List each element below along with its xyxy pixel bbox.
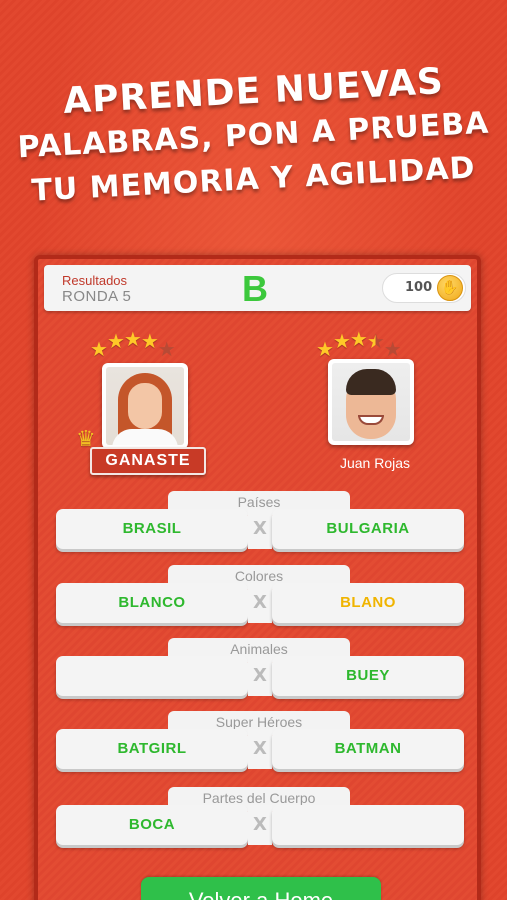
player2-stars: ★★★★★ [316, 327, 402, 361]
player1-answer: BOCA [56, 805, 248, 845]
player1-answer: BLANCO [56, 583, 248, 623]
star-icon: ★ [90, 337, 108, 361]
player2-answer [272, 805, 464, 845]
player1-answer [56, 656, 248, 696]
back-home-button[interactable]: Volver a Home [141, 877, 381, 900]
results-header: Resultados RONDA 5 B 100 ✋ [44, 265, 471, 311]
player2-answer: BULGARIA [272, 509, 464, 549]
player2-avatar [328, 359, 414, 445]
player2-answer: BUEY [272, 656, 464, 696]
opponent-name: Juan Rojas [339, 455, 411, 471]
star-icon: ★ [316, 337, 334, 361]
category-row: Países BRASIL X BULGARIA [56, 491, 464, 559]
star-icon: ★ [140, 329, 159, 353]
coins-value: 100 [405, 280, 433, 295]
player1-answer: BATGIRL [56, 729, 248, 769]
versus-mark: X [248, 583, 272, 623]
results-panel: Resultados RONDA 5 B 100 ✋ ★★★★★ ♛ GANAS… [34, 255, 481, 900]
category-row: Colores BLANCO X BLANO [56, 565, 464, 633]
results-title: Resultados [62, 273, 128, 288]
category-row: Super Héroes BATGIRL X BATMAN [56, 711, 464, 779]
promo-headline: APRENDE NUEVAS PALABRAS, PON A PRUEBA TU… [0, 61, 507, 209]
star-half-icon: ★ [366, 329, 385, 353]
star-empty-icon: ★ [157, 337, 176, 361]
star-icon: ★ [349, 327, 368, 351]
coins-counter[interactable]: 100 ✋ [382, 273, 466, 303]
player2-answer: BLANO [272, 583, 464, 623]
winner-badge: GANASTE [90, 447, 206, 475]
star-icon: ★ [332, 329, 351, 353]
star-icon: ★ [106, 329, 125, 353]
player2-answer: BATMAN [272, 729, 464, 769]
round-letter: B [242, 268, 268, 309]
star-icon: ★ [123, 327, 142, 351]
player1-stars: ★★★★★ [90, 327, 176, 361]
player2-photo [332, 363, 410, 441]
coin-hand-icon: ✋ [437, 275, 463, 301]
versus-mark: X [248, 805, 272, 845]
versus-mark: X [248, 656, 272, 696]
versus-mark: X [248, 729, 272, 769]
star-empty-icon: ★ [383, 337, 402, 361]
round-label: RONDA 5 [62, 288, 132, 305]
versus-mark: X [248, 509, 272, 549]
category-row: Animales X BUEY [56, 638, 464, 706]
category-row: Partes del Cuerpo BOCA X [56, 787, 464, 855]
player1-photo [106, 367, 184, 445]
player1-avatar [102, 363, 188, 449]
player1-answer: BRASIL [56, 509, 248, 549]
